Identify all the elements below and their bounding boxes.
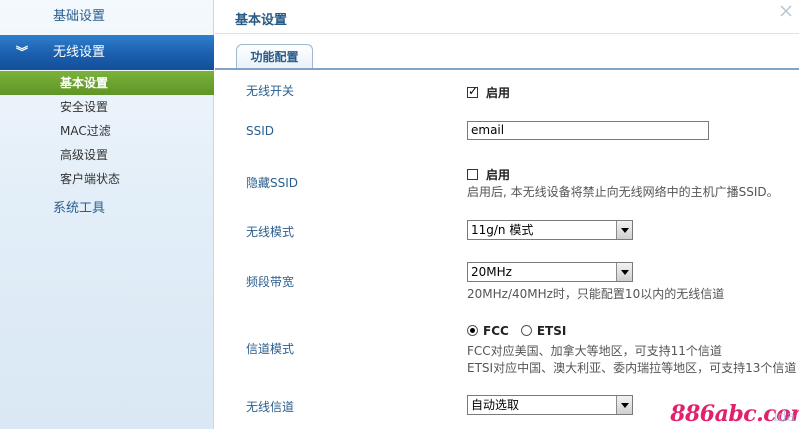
wireless-switch-label: 无线开关 (246, 84, 295, 98)
channel-mode-hint-etsi: ETSI对应中国、澳大利亚、委内瑞拉等地区，可支持13个信道 (467, 361, 797, 375)
sidebar: 基础设置 ︾ 无线设置 基本设置 安全设置 MAC过滤 高级设置 客户端状态 系… (0, 0, 214, 429)
etsi-radio[interactable] (520, 325, 532, 336)
sidebar-group-basic[interactable]: 基础设置 (0, 0, 214, 34)
wireless-switch-option: 启用 (486, 86, 511, 100)
wireless-mode-value: 11g/n 模式 (471, 223, 534, 237)
wireless-mode-label: 无线模式 (246, 225, 295, 239)
channel-mode-control: FCC ETSI (467, 324, 578, 338)
bandwidth-value: 20MHz (471, 265, 512, 279)
site-watermark: 886abc.comida (670, 401, 799, 427)
hide-ssid-option: 启用 (486, 168, 511, 182)
sidebar-group-system-tools[interactable]: 系统工具 (0, 192, 214, 226)
hide-ssid-control: 启用 (467, 166, 510, 183)
sidebar-item-label: 安全设置 (60, 100, 109, 114)
watermark-faded-text: ida (773, 407, 795, 425)
chevron-double-down-icon: ︾ (16, 45, 28, 59)
hide-ssid-hint: 启用后, 本无线设备将禁止向无线网络中的主机广播SSID。 (467, 185, 779, 199)
channel-select[interactable]: 自动选取 (467, 395, 633, 415)
hide-ssid-label: 隐藏SSID (246, 176, 299, 190)
sidebar-item-mac-filter[interactable]: MAC过滤 (0, 119, 214, 143)
dropdown-arrow-icon[interactable] (616, 396, 632, 414)
channel-mode-label: 信道模式 (246, 342, 295, 356)
channel-label: 无线信道 (246, 400, 295, 414)
hide-ssid-checkbox[interactable] (467, 169, 478, 180)
bandwidth-hint: 20MHz/40MHz时，只能配置10以内的无线信道 (467, 287, 725, 301)
sidebar-item-security-settings[interactable]: 安全设置 (0, 95, 214, 119)
sidebar-group-label: 无线设置 (53, 45, 106, 60)
bandwidth-select[interactable]: 20MHz (467, 262, 633, 282)
check-mark-icon: ✓ (468, 84, 479, 98)
wireless-switch-checkbox[interactable]: ✓ (467, 84, 479, 98)
channel-value: 自动选取 (471, 398, 520, 412)
bandwidth-label: 频段带宽 (246, 275, 295, 289)
wireless-switch-control: ✓ 启用 (467, 84, 510, 101)
sidebar-item-label: MAC过滤 (60, 124, 111, 138)
close-icon[interactable] (779, 4, 793, 18)
channel-mode-hint-fcc: FCC对应美国、加拿大等地区，可支持11个信道 (467, 344, 722, 358)
title-divider (215, 33, 799, 34)
sidebar-group-label: 系统工具 (53, 201, 106, 216)
etsi-radio-label: ETSI (536, 324, 567, 338)
sidebar-group-label: 基础设置 (53, 9, 106, 24)
tab-divider (215, 68, 799, 70)
fcc-radio-label: FCC (483, 324, 509, 338)
wireless-mode-select[interactable]: 11g/n 模式 (467, 220, 633, 240)
ssid-label: SSID (246, 124, 275, 138)
ssid-input[interactable]: email (467, 121, 709, 140)
sidebar-item-client-status[interactable]: 客户端状态 (0, 167, 214, 191)
sidebar-item-basic-settings[interactable]: 基本设置 (0, 71, 214, 95)
sidebar-item-label: 基本设置 (60, 76, 109, 90)
dropdown-arrow-icon[interactable] (616, 221, 632, 239)
dropdown-arrow-icon[interactable] (616, 263, 632, 281)
main-panel: 基本设置 功能配置 无线开关 ✓ 启用 SSID email 启用 隐藏SSID … (215, 0, 799, 429)
fcc-radio[interactable] (467, 325, 478, 336)
page-title: 基本设置 (235, 13, 288, 28)
sidebar-item-label: 客户端状态 (60, 172, 121, 186)
sidebar-group-wireless[interactable]: ︾ 无线设置 (0, 35, 214, 70)
tab-function-config[interactable]: 功能配置 (236, 44, 313, 69)
sidebar-item-advanced-settings[interactable]: 高级设置 (0, 143, 214, 167)
sidebar-item-label: 高级设置 (60, 148, 109, 162)
